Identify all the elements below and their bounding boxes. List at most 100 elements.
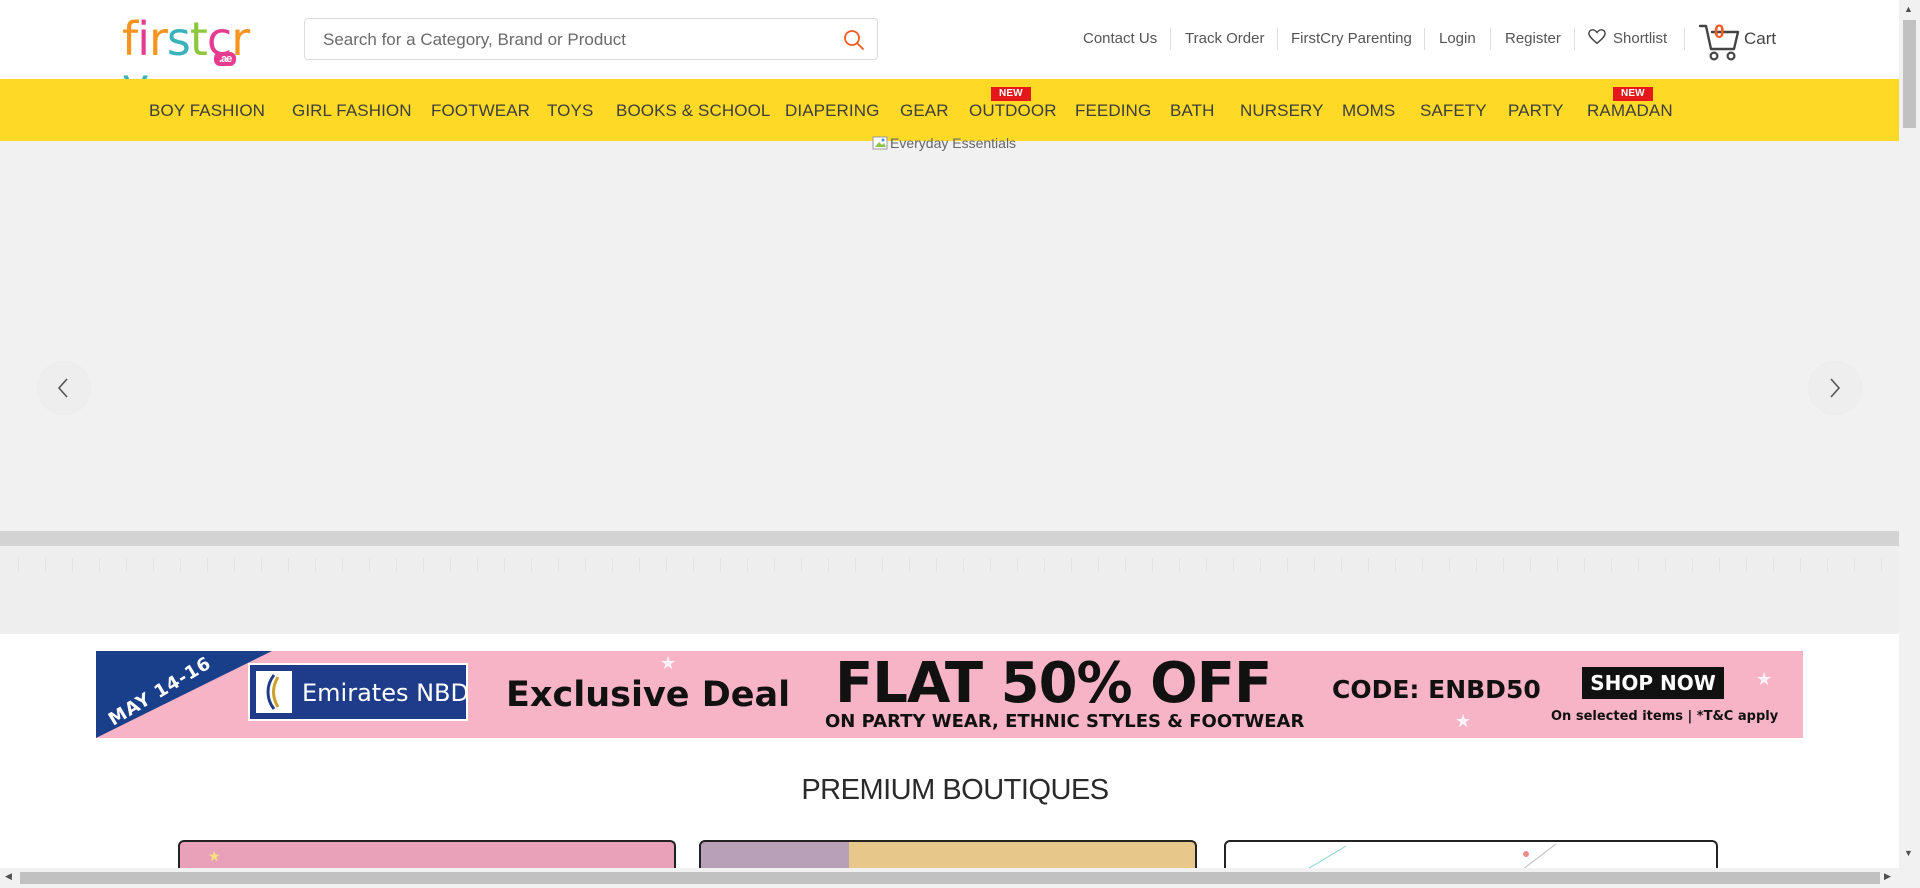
- strip-tick: [180, 558, 181, 572]
- nav-item-bath[interactable]: BATH: [1170, 101, 1214, 121]
- register-link[interactable]: Register: [1505, 30, 1561, 47]
- strip-tick: [1152, 558, 1153, 572]
- nav-item-boy-fashion[interactable]: BOY FASHION: [149, 101, 265, 121]
- strip-tick: [504, 558, 505, 572]
- cart-count: 0: [1714, 22, 1725, 43]
- scroll-right-icon[interactable]: ▶: [1884, 871, 1891, 882]
- strip-tick: [1071, 558, 1072, 572]
- hero-image-alt: Everyday Essentials: [872, 135, 1016, 151]
- strip-tick: [1287, 558, 1288, 572]
- heart-icon[interactable]: [1588, 28, 1606, 46]
- strip-tick: [1557, 558, 1558, 572]
- nav-item-ramadan[interactable]: NEW RAMADAN: [1587, 87, 1673, 121]
- strip-tick: [1611, 558, 1612, 572]
- strip-tick: [909, 558, 910, 572]
- promo-deal: Exclusive Deal: [506, 675, 791, 715]
- strip-tick: [666, 558, 667, 572]
- strip-tick: [693, 558, 694, 572]
- logo-letter: t: [189, 12, 208, 66]
- contact-us-link[interactable]: Contact Us: [1083, 30, 1157, 47]
- strip-tick: [990, 558, 991, 572]
- strip-tick: [936, 558, 937, 572]
- logo-letter: i: [137, 12, 150, 66]
- nav-item-moms[interactable]: MOMS: [1342, 101, 1395, 121]
- carousel-prev-button[interactable]: [38, 362, 90, 414]
- horizontal-scrollbar[interactable]: ◀ ▶: [0, 868, 1899, 888]
- strip-tick: [423, 558, 424, 572]
- nav-item-outdoor[interactable]: NEW OUTDOOR: [969, 87, 1057, 121]
- vertical-scrollbar[interactable]: ▲ ▼: [1899, 0, 1920, 888]
- strip-tick: [1017, 558, 1018, 572]
- nav-item-diapering[interactable]: DIAPERING: [785, 101, 879, 121]
- star-icon: ★: [1756, 669, 1773, 689]
- strip-tick: [126, 558, 127, 572]
- category-nav: BOY FASHION GIRL FASHION FOOTWEAR TOYS B…: [0, 79, 1899, 141]
- nav-item-gear[interactable]: GEAR: [900, 101, 949, 121]
- horizontal-scroll-thumb[interactable]: [20, 872, 1880, 884]
- bank-name: Emirates NBD: [302, 679, 469, 707]
- promo-subline: ON PARTY WEAR, ETHNIC STYLES & FOOTWEAR: [825, 711, 1305, 732]
- strip-tick: [1179, 558, 1180, 572]
- logo-tld: .ae: [214, 52, 237, 66]
- cart-link[interactable]: Cart: [1744, 29, 1776, 49]
- star-icon: ★: [208, 848, 221, 864]
- login-link[interactable]: Login: [1439, 30, 1476, 47]
- strip-tick: [99, 558, 100, 572]
- carousel-next-button[interactable]: [1809, 362, 1861, 414]
- firstcry-parenting-link[interactable]: FirstCry Parenting: [1291, 30, 1412, 47]
- strip-tick: [1530, 558, 1531, 572]
- strip-tick: [72, 558, 73, 572]
- logo-letter: f: [122, 12, 138, 66]
- firstcry-logo[interactable]: firstcry .ae: [122, 12, 264, 108]
- bank-logo: Emirates NBD: [248, 663, 469, 721]
- carousel-thumbnail-strip: [0, 546, 1899, 634]
- track-order-link[interactable]: Track Order: [1185, 30, 1264, 47]
- search-icon[interactable]: [843, 29, 865, 51]
- promo-terms: On selected items | *T&C apply: [1551, 709, 1779, 724]
- strip-tick: [855, 558, 856, 572]
- scroll-up-icon[interactable]: ▲: [1904, 4, 1913, 14]
- strip-tick: [1206, 558, 1207, 572]
- shortlist-link[interactable]: Shortlist: [1613, 30, 1667, 47]
- scroll-down-icon[interactable]: ▼: [1904, 848, 1913, 858]
- strip-tick: [1881, 558, 1882, 572]
- strip-tick: [396, 558, 397, 572]
- scroll-left-icon[interactable]: ◀: [5, 871, 12, 882]
- hero-carousel[interactable]: Everyday Essentials: [0, 135, 1899, 546]
- nav-item-feeding[interactable]: FEEDING: [1075, 101, 1151, 121]
- nav-item-party[interactable]: PARTY: [1508, 101, 1564, 121]
- strip-tick: [1584, 558, 1585, 572]
- nav-item-toys[interactable]: TOYS: [547, 101, 593, 121]
- strip-tick: [558, 558, 559, 572]
- strip-tick: [1854, 558, 1855, 572]
- strip-tick: [720, 558, 721, 572]
- strip-tick: [1125, 558, 1126, 572]
- section-title-premium-boutiques: PREMIUM BOUTIQUES: [801, 774, 1109, 806]
- strip-tick: [801, 558, 802, 572]
- strip-tick: [1665, 558, 1666, 572]
- strip-tick: [1800, 558, 1801, 572]
- nav-item-footwear[interactable]: FOOTWEAR: [431, 101, 530, 121]
- strip-tick: [1395, 558, 1396, 572]
- shop-now-button[interactable]: SHOP NOW: [1582, 667, 1724, 699]
- strip-tick: [1260, 558, 1261, 572]
- promo-banner[interactable]: MAY 14-16 Emirates NBD Exclusive Deal FL…: [96, 651, 1803, 738]
- strip-tick: [1692, 558, 1693, 572]
- nav-item-girl-fashion[interactable]: GIRL FASHION: [292, 101, 412, 121]
- search-input[interactable]: [321, 19, 825, 61]
- strip-tick: [1638, 558, 1639, 572]
- strip-tick: [153, 558, 154, 572]
- new-badge: NEW: [991, 87, 1031, 101]
- nav-item-safety[interactable]: SAFETY: [1420, 101, 1487, 121]
- strip-tick: [612, 558, 613, 572]
- nav-item-nursery[interactable]: NURSERY: [1240, 101, 1324, 121]
- strip-tick: [1503, 558, 1504, 572]
- promo-code: CODE: ENBD50: [1332, 675, 1541, 704]
- nav-item-books-school[interactable]: BOOKS & SCHOOL: [616, 101, 770, 121]
- vertical-scroll-thumb[interactable]: [1903, 20, 1916, 128]
- divider: [1170, 28, 1171, 50]
- strip-tick: [207, 558, 208, 572]
- hero-alt-text: Everyday Essentials: [890, 135, 1017, 151]
- strip-tick: [1314, 558, 1315, 572]
- strip-tick: [450, 558, 451, 572]
